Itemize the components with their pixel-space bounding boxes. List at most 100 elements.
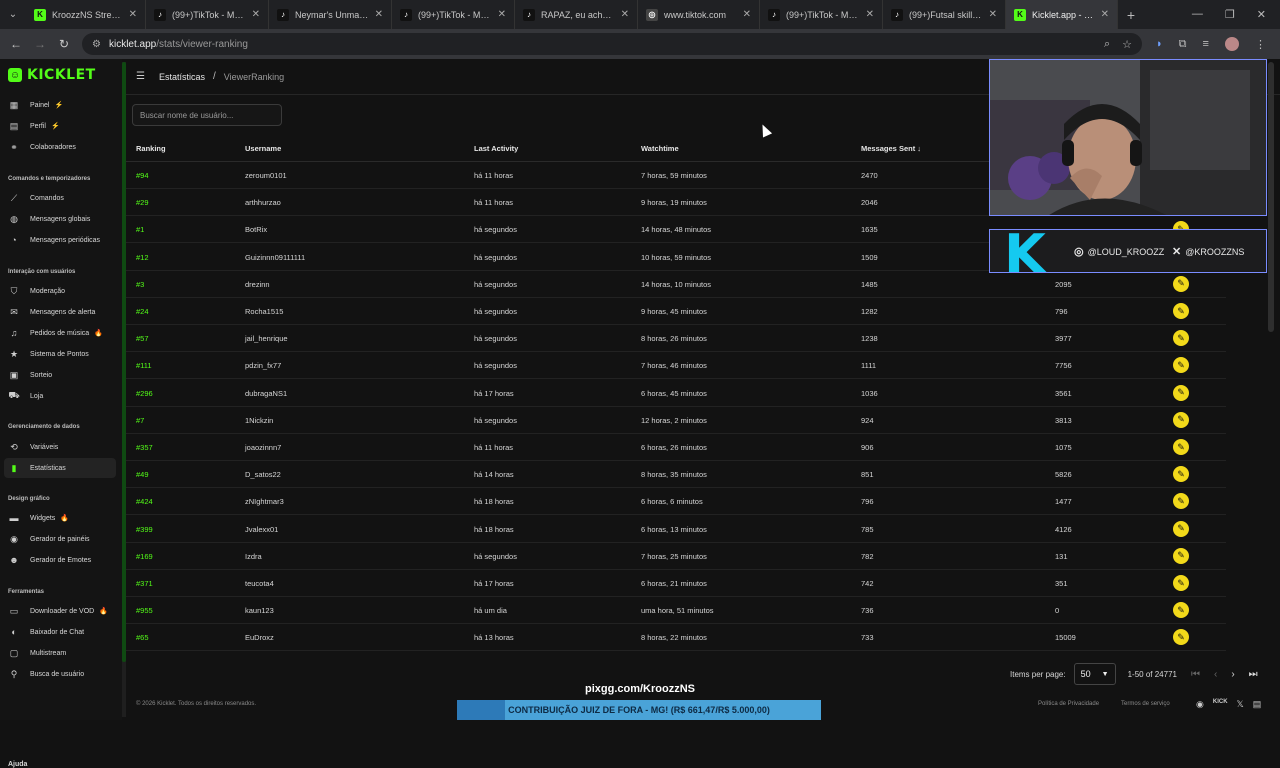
sidebar-item-music[interactable]: ♫ Pedidos de música 🔥 [4,323,116,343]
cell-username[interactable]: Jvalexx01 [245,525,278,534]
table-row[interactable]: #296 dubragaNS1 há 17 horas 6 horas, 45 min… [126,380,1226,407]
table-row[interactable]: #955 kaun123 há um dia uma hora, 51 minutos… [126,597,1226,625]
sidebar-item-panel[interactable]: ◉ Gerador de painéis [4,529,116,549]
sidebar-item-multistream[interactable]: ▢ Multistream [4,643,116,663]
column-messages-sent[interactable]: Messages Sent ↓ [861,144,921,153]
menu-toggle-icon[interactable]: ☰ [136,71,145,82]
back-icon[interactable]: ← [4,37,28,51]
browser-tab[interactable]: ♪ (99+)TikTok - Make Y ✕ [760,0,883,29]
reload-icon[interactable]: ↻ [52,37,76,51]
sidebar-item-chat[interactable]: ◐ Baixador de Chat [4,622,116,642]
bookmark-star-icon[interactable]: ☆ [1122,38,1132,51]
extensions-puzzle-icon[interactable]: ⧉ [1179,38,1187,51]
browser-tab[interactable]: K Kicklet.app - Kick Ch ✕ [1006,0,1118,29]
cell-username[interactable]: zNIghtmar3 [245,497,284,506]
table-row[interactable]: #111 pdzin_fx77 há segundos 7 horas, 46 min… [126,352,1226,380]
table-row[interactable]: #399 Jvalexx01 há 18 horas 6 horas, 13 minu… [126,516,1226,543]
site-info-icon[interactable]: ⚙ [92,39,101,50]
cell-username[interactable]: Izdra [245,552,262,561]
edit-pencil-icon[interactable]: ✎ [1173,275,1189,292]
sidebar-item-star[interactable]: ★ Sistema de Pontos [4,344,116,364]
sidebar-item-emote[interactable]: ☻ Gerador de Emotes [4,550,116,570]
edit-pencil-icon[interactable]: ✎ [1173,547,1189,564]
table-row[interactable]: #357 joaozinnn7 há 11 horas 6 horas, 26 min… [126,434,1226,461]
profile-avatar[interactable] [1224,37,1239,51]
tab-close-icon[interactable]: ✕ [498,9,506,20]
cell-username[interactable]: pdzin_fx77 [245,361,281,370]
cell-username[interactable]: D_satos22 [245,470,281,479]
forward-icon[interactable]: → [28,37,52,51]
edit-pencil-icon[interactable]: ✎ [1173,303,1189,319]
sidebar-item-dashboard[interactable]: ▦ Painel ⚡ [4,95,116,115]
cell-username[interactable]: dubragaNS1 [245,389,287,398]
sidebar-help[interactable]: Ajuda [8,761,27,768]
first-page-icon[interactable]: ⏮ [1191,669,1200,680]
tab-close-icon[interactable]: ✕ [743,9,751,20]
sidebar-item-globe[interactable]: ◍ Mensagens globais [4,209,116,229]
cell-username[interactable]: arthhurzao [245,198,281,207]
cell-username[interactable]: joaozinnn7 [245,443,281,452]
username-search-input[interactable] [132,104,282,126]
column-username[interactable]: Username [245,144,281,153]
media-controls-icon[interactable]: ≡ [1203,38,1209,50]
cell-username[interactable]: Guizinnn09111111 [245,253,305,262]
close-window-icon[interactable]: ✕ [1257,8,1266,21]
sidebar-item-shield[interactable]: ⛉ Moderação [4,281,116,301]
browser-tab[interactable]: ♪ Neymar's Unmatched ✕ [269,0,392,29]
edit-pencil-icon[interactable]: ✎ [1173,493,1189,510]
kicklet-logo[interactable]: ☺ KICKLET [8,67,96,83]
table-row[interactable]: #3 drezinn há segundos 14 horas, 10 minutos… [126,271,1226,298]
terms-link[interactable]: Termos de serviço [1121,701,1170,707]
minimize-icon[interactable]: — [1192,8,1203,21]
edit-pencil-icon[interactable]: ✎ [1173,330,1189,347]
restore-icon[interactable]: ❐ [1225,8,1235,21]
main-scrollbar[interactable] [1268,62,1274,332]
items-per-page-select[interactable]: 50 ▼ [1073,663,1116,685]
tab-close-icon[interactable]: ✕ [989,9,997,20]
table-row[interactable]: #65 EuDroxz há 13 horas 8 horas, 22 minutos… [126,624,1226,652]
browser-tab[interactable]: ♪ (99+)TikTok - Make Y ✕ [146,0,269,29]
discord-icon[interactable]: ◉ [1196,699,1204,710]
address-bar[interactable]: ⚙ kicklet.app/stats/viewer-ranking ⌕ ☆ [82,33,1142,55]
tab-close-icon[interactable]: ✕ [375,9,383,20]
zoom-icon[interactable]: ⌕ [1104,38,1110,51]
column-ranking[interactable]: Ranking [136,144,166,153]
cell-username[interactable]: 1Nickzin [245,416,273,425]
table-row[interactable]: #424 zNIghtmar3 há 18 horas 6 horas, 6 minu… [126,488,1226,516]
column-watchtime[interactable]: Watchtime [641,144,679,153]
cell-username[interactable]: kaun123 [245,606,274,615]
edit-pencil-icon[interactable]: ✎ [1173,466,1189,483]
table-row[interactable]: #371 teucota4 há 17 horas 6 horas, 21 minut… [126,570,1226,597]
table-row[interactable]: #169 Izdra há segundos 7 horas, 25 minutos 7… [126,543,1226,570]
cell-username[interactable]: EuDroxz [245,633,274,642]
edit-pencil-icon[interactable]: ✎ [1173,384,1189,401]
edit-pencil-icon[interactable]: ✎ [1173,520,1189,537]
cell-username[interactable]: BotRix [245,225,267,234]
edit-pencil-icon[interactable]: ✎ [1173,439,1189,455]
sidebar-item-user-search[interactable]: ⚲ Busca de usuário [4,664,116,684]
tab-close-icon[interactable]: ✕ [621,9,629,20]
edit-pencil-icon[interactable]: ✎ [1173,411,1189,428]
new-tab-button[interactable]: + [1118,0,1144,29]
tab-close-icon[interactable]: ✕ [252,9,260,20]
cell-username[interactable]: Rocha1515 [245,307,283,316]
sidebar-item-alert[interactable]: ✉ Mensagens de alerta [4,302,116,322]
x-icon[interactable]: 𝕏 [1237,699,1244,710]
previous-page-icon[interactable]: ‹ [1214,669,1217,680]
sidebar-item-clock[interactable]: ◔ Mensagens periódicas [4,230,116,250]
document-icon[interactable]: ▤ [1253,699,1262,710]
table-row[interactable]: #24 Rocha1515 há segundos 9 horas, 45 minut… [126,298,1226,325]
edit-pencil-icon[interactable]: ✎ [1173,357,1189,374]
sidebar-item-link[interactable]: ⚭ Colaboradores [4,137,116,157]
sidebar-item-gift[interactable]: ▣ Sorteio [4,365,116,385]
edit-pencil-icon[interactable]: ✎ [1173,602,1189,619]
sidebar-item-command[interactable]: ⟋ Comandos [4,188,116,208]
table-row[interactable]: #57 jail_henrique há segundos 8 horas, 26 m… [126,325,1226,353]
browser-menu-icon[interactable]: ⋮ [1255,38,1266,51]
last-page-icon[interactable]: ⏭ [1249,669,1258,680]
tab-close-icon[interactable]: ✕ [129,9,137,20]
sidebar-item-cart[interactable]: ⛟ Loja [4,386,116,406]
cell-username[interactable]: drezinn [245,280,270,289]
privacy-link[interactable]: Política de Privacidade [1038,701,1099,707]
sidebar-item-widget[interactable]: ▬ Widgets 🔥 [4,508,116,528]
